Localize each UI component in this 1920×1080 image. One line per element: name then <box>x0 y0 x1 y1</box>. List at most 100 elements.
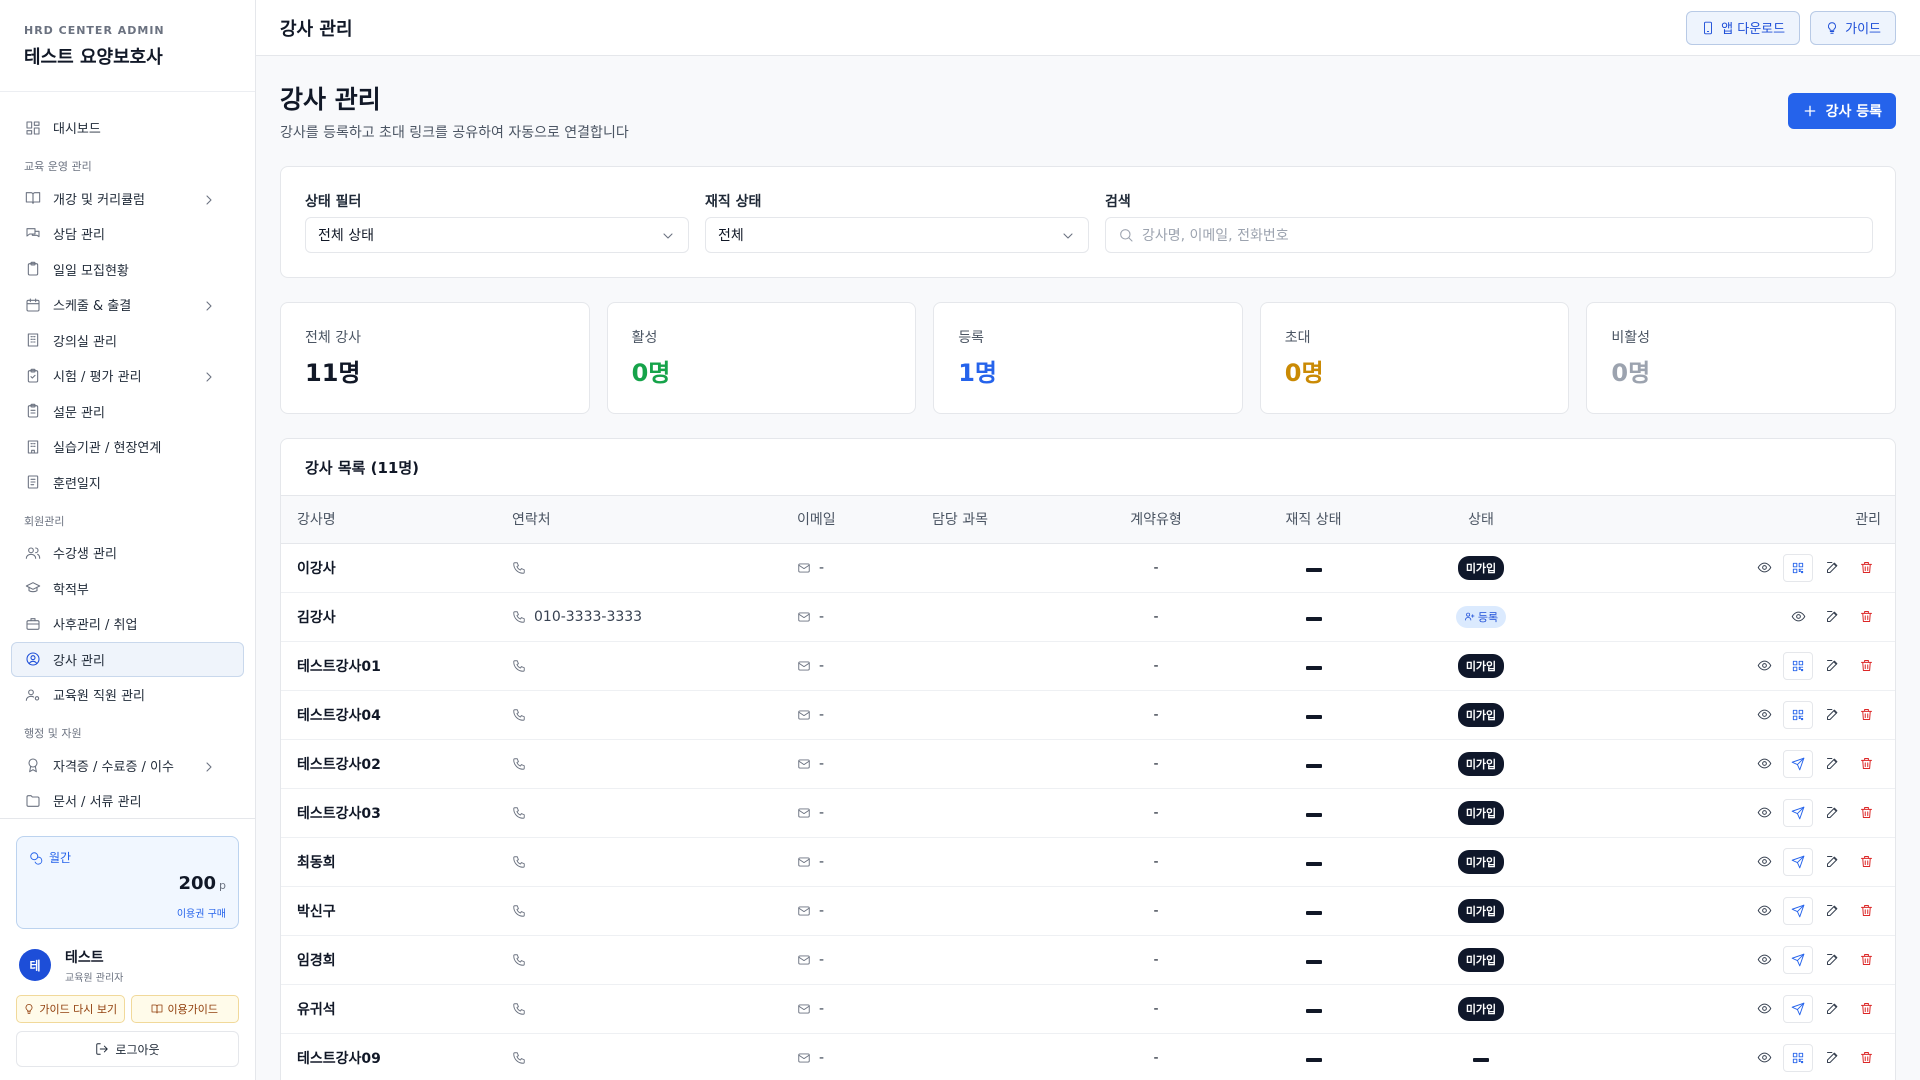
subject-cell <box>916 543 1081 593</box>
sidebar-item-recruit[interactable]: 일일 모집현황 <box>11 252 244 288</box>
send-invite-button[interactable] <box>1783 798 1813 827</box>
sidebar-item-label: 문서 / 서류 관리 <box>53 795 142 811</box>
eye-icon <box>1757 905 1771 916</box>
phone-icon <box>513 1002 525 1015</box>
edit-button[interactable] <box>1817 603 1847 631</box>
employ-status-cell <box>1231 690 1396 740</box>
send-invite-button[interactable] <box>1783 945 1813 974</box>
view-button[interactable] <box>1749 946 1779 974</box>
add-instructor-button[interactable]: 강사 등록 <box>1787 93 1896 129</box>
buy-pass-link[interactable]: 이용권 구매 <box>177 905 226 920</box>
sidebar-item-instructors[interactable]: 강사 관리 <box>11 641 244 677</box>
contract-cell: - <box>1081 592 1231 642</box>
view-button[interactable] <box>1749 995 1779 1023</box>
contract-cell: - <box>1081 641 1231 691</box>
sidebar-item-staff[interactable]: 교육원 직원 관리 <box>11 677 244 713</box>
points-card: 월간 200 p 이용권 구매 <box>16 836 239 929</box>
view-button[interactable] <box>1783 603 1813 631</box>
delete-button[interactable] <box>1851 554 1881 582</box>
eye-icon <box>1791 611 1805 622</box>
delete-button[interactable] <box>1851 799 1881 827</box>
edit-button[interactable] <box>1817 946 1847 974</box>
qr-code-button[interactable] <box>1783 553 1813 582</box>
table-row[interactable]: 테스트강사03 - - 미가입 <box>281 788 1895 838</box>
email-value: - <box>819 1000 825 1017</box>
view-button[interactable] <box>1749 554 1779 582</box>
send-invite-button[interactable] <box>1783 896 1813 925</box>
search-input[interactable]: 강사명, 이메일, 전화번호 <box>1105 217 1873 253</box>
status-filter-select[interactable]: 전체 상태 <box>305 217 689 253</box>
delete-button[interactable] <box>1851 750 1881 778</box>
send-invite-button[interactable] <box>1783 847 1813 876</box>
delete-button[interactable] <box>1851 603 1881 631</box>
sidebar-item-aftercare[interactable]: 사후관리 / 취업 <box>11 606 244 642</box>
table-row[interactable]: 김강사 010-3333-3333 - - 등록 <box>281 592 1895 642</box>
edit-button[interactable] <box>1817 848 1847 876</box>
email-cell: - <box>781 543 916 593</box>
edit-button[interactable] <box>1817 701 1847 729</box>
edit-button[interactable] <box>1817 799 1847 827</box>
table-row[interactable]: 테스트강사01 - - 미가입 <box>281 641 1895 691</box>
view-button[interactable] <box>1749 1044 1779 1072</box>
edit-button[interactable] <box>1817 652 1847 680</box>
edit-icon <box>1826 660 1837 671</box>
edit-button[interactable] <box>1817 897 1847 925</box>
view-button[interactable] <box>1749 897 1779 925</box>
send-invite-button[interactable] <box>1783 749 1813 778</box>
table-row[interactable]: 최동희 - - 미가입 <box>281 837 1895 887</box>
view-button[interactable] <box>1749 652 1779 680</box>
usage-guide-button[interactable]: 이용가이드 <box>130 995 239 1023</box>
sidebar-item-survey[interactable]: 설문 관리 <box>11 394 244 430</box>
qr-code-button[interactable] <box>1783 1043 1813 1072</box>
sidebar-item-students[interactable]: 수강생 관리 <box>11 535 244 571</box>
logout-button[interactable]: 로그아웃 <box>16 1031 239 1067</box>
sidebar-item-certificates[interactable]: 자격증 / 수료증 / 이수 <box>11 748 244 784</box>
table-row[interactable]: 유귀석 - - 미가입 <box>281 984 1895 1034</box>
table-row[interactable]: 테스트강사09 - - <box>281 1033 1895 1080</box>
view-button[interactable] <box>1749 848 1779 876</box>
status-filter-group: 상태 필터 전체 상태 <box>305 191 689 253</box>
delete-button[interactable] <box>1851 897 1881 925</box>
table-row[interactable]: 이강사 - - 미가입 <box>281 543 1895 593</box>
delete-button[interactable] <box>1851 946 1881 974</box>
trash-icon <box>1860 807 1872 818</box>
sidebar-item-documents[interactable]: 문서 / 서류 관리 <box>11 783 244 818</box>
edit-button[interactable] <box>1817 750 1847 778</box>
sidebar-item-classroom[interactable]: 강의실 관리 <box>11 323 244 359</box>
email-value: - <box>819 559 825 576</box>
sidebar-item-practice[interactable]: 실습기관 / 현장연계 <box>11 429 244 465</box>
edit-button[interactable] <box>1817 995 1847 1023</box>
guide-again-button[interactable]: 가이드 다시 보기 <box>16 995 125 1023</box>
edit-button[interactable] <box>1817 1044 1847 1072</box>
sidebar-item-schedule[interactable]: 스케줄 & 출결 <box>11 287 244 323</box>
sidebar-item-consult[interactable]: 상담 관리 <box>11 216 244 252</box>
table-row[interactable]: 박신구 - - 미가입 <box>281 886 1895 936</box>
qr-code-button[interactable] <box>1783 651 1813 680</box>
brand: HRD CENTER ADMIN 테스트 요양보호사 <box>0 0 255 92</box>
delete-button[interactable] <box>1851 1044 1881 1072</box>
contract-cell: - <box>1081 886 1231 936</box>
sidebar-item-curriculum[interactable]: 개강 및 커리큘럼 <box>11 181 244 217</box>
send-invite-button[interactable] <box>1783 994 1813 1023</box>
view-button[interactable] <box>1749 701 1779 729</box>
guide-button[interactable]: 가이드 <box>1810 10 1896 45</box>
delete-button[interactable] <box>1851 848 1881 876</box>
sidebar-item-records[interactable]: 학적부 <box>11 571 244 607</box>
trash-icon <box>1860 1052 1872 1063</box>
delete-button[interactable] <box>1851 995 1881 1023</box>
view-button[interactable] <box>1749 799 1779 827</box>
sidebar-item-journal[interactable]: 훈련일지 <box>11 465 244 501</box>
qr-code-button[interactable] <box>1783 700 1813 729</box>
sidebar-item-dashboard[interactable]: 대시보드 <box>11 110 244 146</box>
view-button[interactable] <box>1749 750 1779 778</box>
delete-button[interactable] <box>1851 701 1881 729</box>
employ-filter-select[interactable]: 전체 <box>705 217 1089 253</box>
edit-button[interactable] <box>1817 554 1847 582</box>
eye-icon <box>1757 1003 1771 1014</box>
delete-button[interactable] <box>1851 652 1881 680</box>
table-row[interactable]: 테스트강사02 - - 미가입 <box>281 739 1895 789</box>
sidebar-item-exam[interactable]: 시험 / 평가 관리 <box>11 358 244 394</box>
app-download-button[interactable]: 앱 다운로드 <box>1686 10 1801 45</box>
table-row[interactable]: 테스트강사04 - - 미가입 <box>281 690 1895 740</box>
table-row[interactable]: 임경희 - - 미가입 <box>281 935 1895 985</box>
